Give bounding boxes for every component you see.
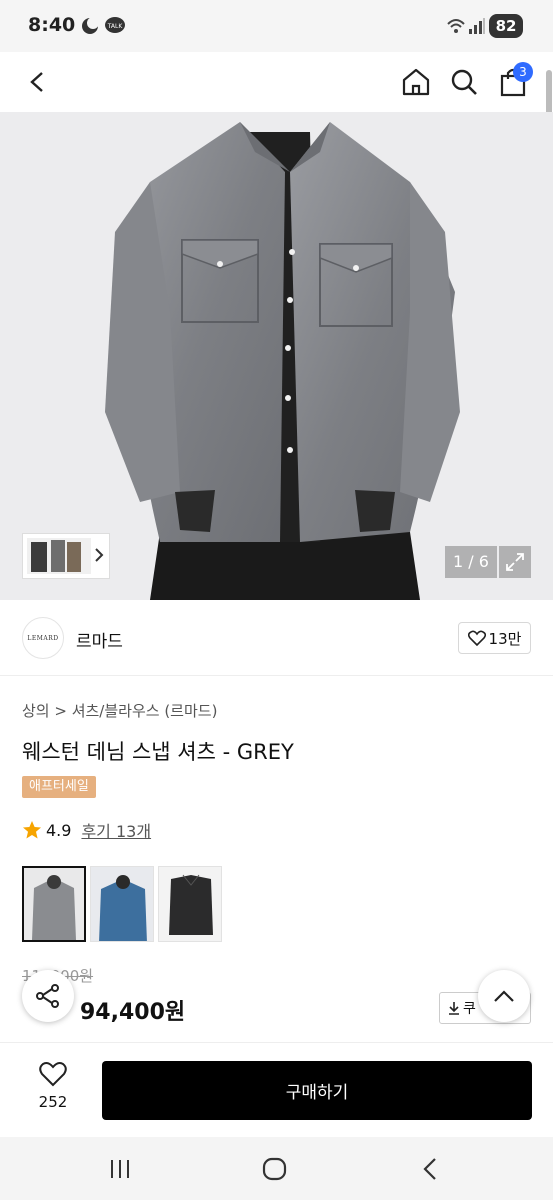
scroll-top-button[interactable]: [478, 970, 530, 1022]
coupon-label: 쿠: [463, 1001, 476, 1017]
cart-count-badge: 3: [513, 62, 533, 82]
sale-price: 94,400원: [80, 1000, 186, 1025]
image-counter: 1 / 6: [445, 546, 497, 578]
chevron-right-icon: [95, 548, 104, 562]
star-icon: [23, 821, 41, 839]
home-button[interactable]: [396, 62, 436, 102]
svg-text:TALK: TALK: [107, 23, 124, 30]
chevron-up-icon: [494, 990, 514, 1002]
color-option-black[interactable]: [158, 866, 222, 942]
recent-apps-icon[interactable]: [108, 1157, 132, 1181]
review-link[interactable]: 후기 13개: [81, 818, 151, 842]
color-option-grey[interactable]: [22, 866, 86, 942]
model-photo: [0, 112, 553, 600]
brand-logo-text: LEMARD: [27, 634, 59, 642]
status-bar: 8:40 TALK 82: [0, 0, 553, 52]
battery-indicator: 82: [489, 14, 523, 38]
moon-icon: [82, 17, 99, 34]
gallery-thumbnail: [27, 538, 91, 574]
color-thumb-blue: [91, 867, 153, 941]
brand-row: LEMARD 르마드 13만: [0, 600, 553, 676]
talk-icon: TALK: [105, 17, 125, 33]
color-thumb-grey: [24, 868, 84, 940]
status-time: 8:40: [28, 14, 76, 36]
buy-label: 구매하기: [285, 1083, 349, 1103]
chevron-left-icon: [30, 72, 43, 92]
download-icon: [449, 1002, 459, 1015]
breadcrumb[interactable]: 상의 > 셔츠/블라우스 (르마드): [22, 700, 217, 721]
purchase-bar: 252 구매하기: [0, 1042, 553, 1137]
signal-icon: [469, 18, 485, 34]
product-image[interactable]: 1 / 6: [0, 112, 553, 600]
gallery-thumbnail-strip[interactable]: [22, 533, 110, 579]
expand-button[interactable]: [499, 546, 531, 578]
expand-icon: [506, 553, 524, 571]
color-option-blue[interactable]: [90, 866, 154, 942]
share-icon: [36, 984, 59, 1008]
share-button[interactable]: [22, 970, 74, 1022]
back-button[interactable]: [18, 62, 58, 102]
brand-like-button[interactable]: 13만: [458, 622, 531, 654]
color-options: [22, 866, 222, 942]
heart-icon: [467, 630, 486, 646]
brand-like-count: 13만: [488, 629, 522, 648]
home-nav-icon[interactable]: [262, 1157, 288, 1181]
wifi-icon: [447, 19, 465, 33]
buy-button[interactable]: 구매하기: [102, 1061, 532, 1120]
search-button[interactable]: [444, 62, 484, 102]
wishlist-button[interactable]: 252: [22, 1061, 84, 1121]
system-nav-bar: [0, 1137, 553, 1200]
brand-name[interactable]: 르마드: [76, 627, 123, 652]
cart-button[interactable]: 3: [493, 62, 533, 102]
back-nav-icon[interactable]: [420, 1157, 440, 1181]
app-bar: 3: [0, 52, 553, 112]
rating-score: 4.9: [46, 820, 72, 840]
sale-tag: 애프터세일: [22, 776, 96, 798]
wishlist-count: 252: [38, 1093, 68, 1111]
product-title: 웨스턴 데님 스냅 셔츠 - GREY: [22, 740, 294, 764]
heart-icon: [39, 1062, 67, 1087]
color-thumb-black: [159, 867, 221, 941]
home-icon: [402, 68, 430, 96]
search-icon: [451, 69, 477, 95]
brand-logo[interactable]: LEMARD: [22, 617, 64, 659]
rating-row: 4.9 후기 13개: [22, 818, 151, 842]
